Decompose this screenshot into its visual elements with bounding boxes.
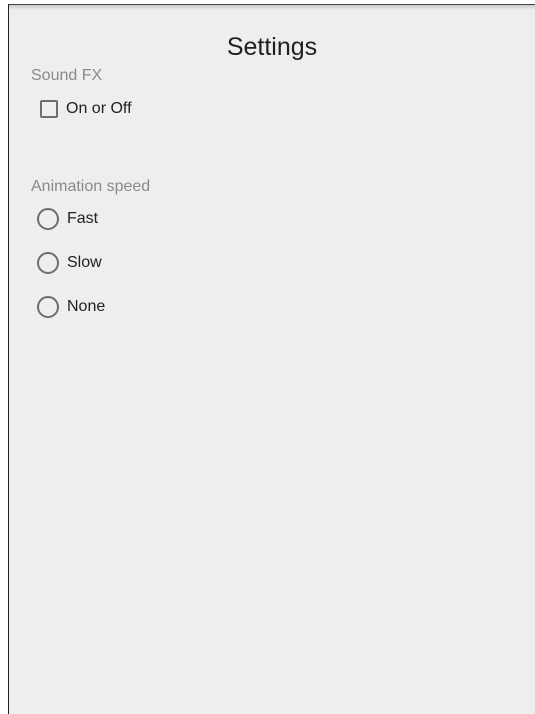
option-label-slow: Slow — [67, 254, 102, 271]
animation-speed-option-none[interactable]: None — [37, 294, 105, 320]
radio-button-icon[interactable] — [37, 252, 59, 274]
radio-button-icon[interactable] — [37, 208, 59, 230]
sound-fx-label: Sound FX — [31, 67, 103, 84]
option-label-none: None — [67, 298, 106, 315]
sound-fx-checkbox[interactable]: On or Off — [40, 96, 132, 122]
animation-speed-option-fast[interactable]: Fast — [37, 206, 98, 232]
option-label-fast: Fast — [67, 210, 99, 227]
top-shadow — [9, 5, 535, 10]
settings-screen: Settings Sound FX On or Off Animation sp… — [8, 4, 535, 714]
checkbox-icon[interactable] — [40, 100, 58, 118]
animation-speed-label: Animation speed — [31, 178, 151, 195]
animation-speed-option-slow[interactable]: Slow — [37, 250, 102, 276]
radio-button-icon[interactable] — [37, 296, 59, 318]
sound-fx-checkbox-label: On or Off — [66, 100, 132, 117]
page-title: Settings — [226, 33, 318, 61]
